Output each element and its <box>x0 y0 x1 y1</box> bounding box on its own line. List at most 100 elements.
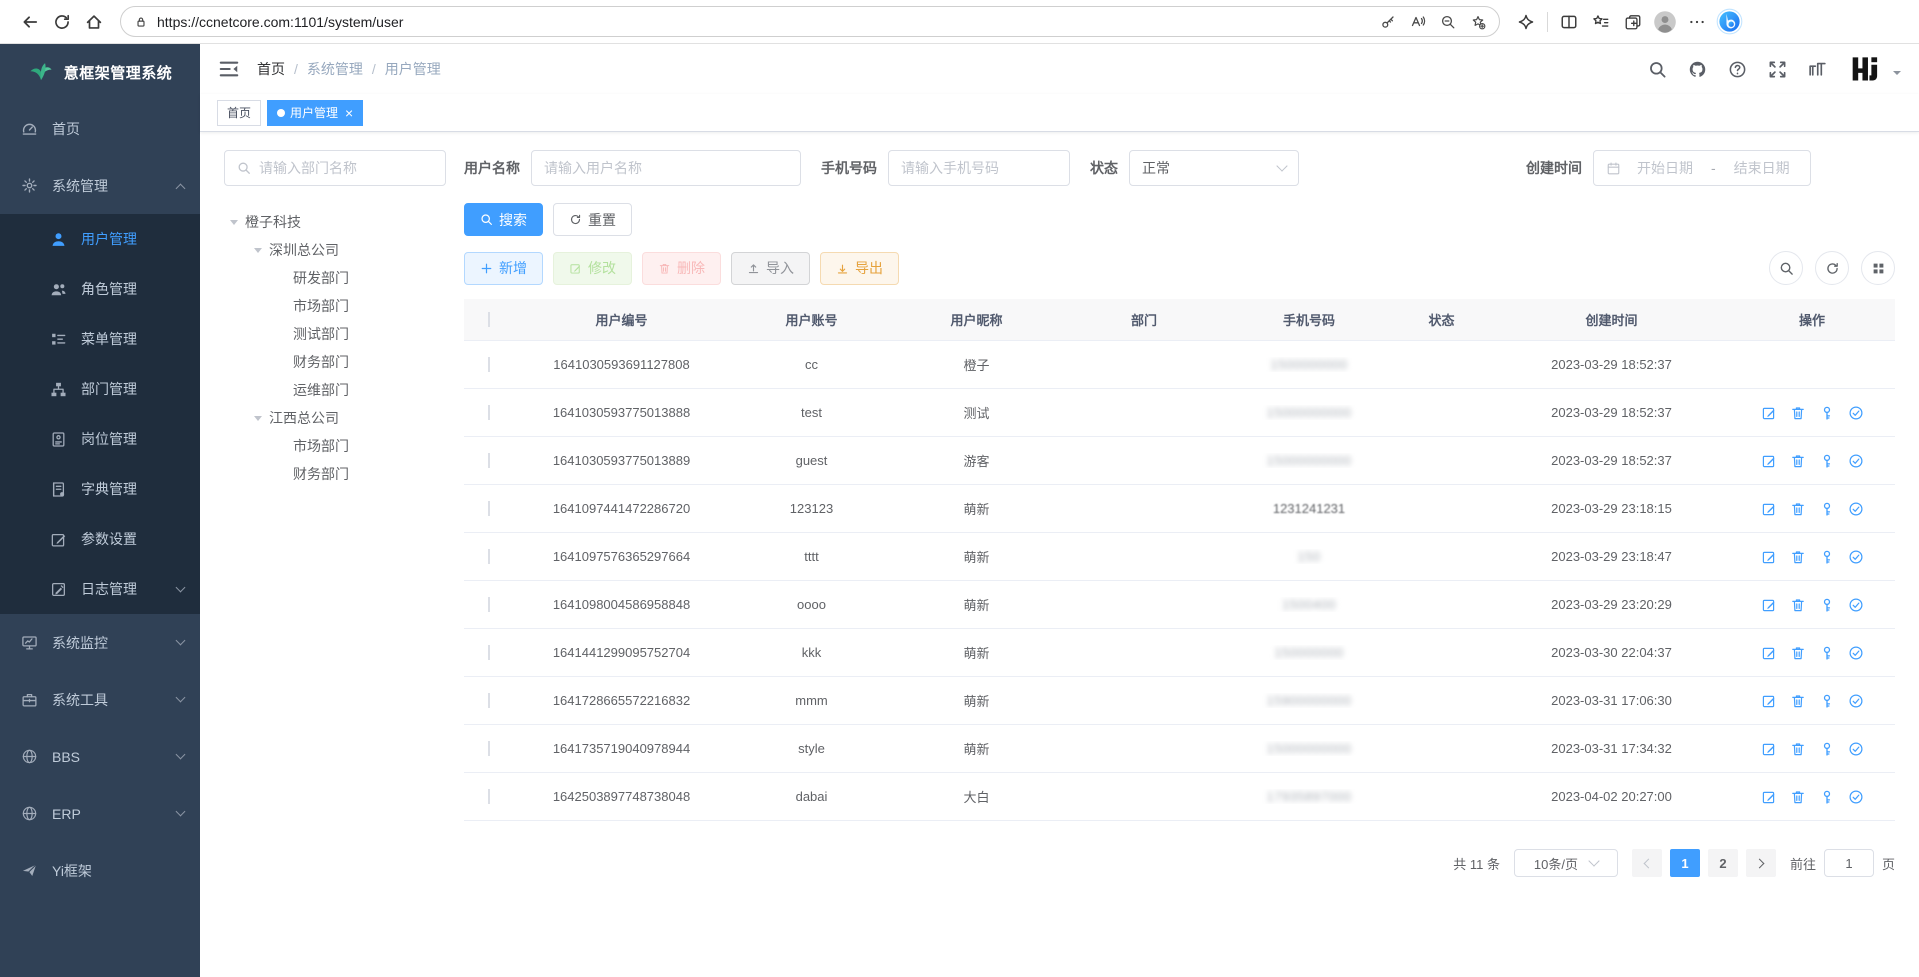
delete-row-icon[interactable] <box>1790 693 1806 709</box>
user-avatar[interactable] <box>1848 52 1884 86</box>
more-menu-icon[interactable] <box>1681 6 1713 38</box>
edit-row-icon[interactable] <box>1761 645 1777 661</box>
import-button[interactable]: 导入 <box>731 252 810 285</box>
fullscreen-icon[interactable] <box>1768 60 1787 79</box>
reset-password-icon[interactable] <box>1819 645 1835 661</box>
tree-node-江西总公司[interactable]: 江西总公司 <box>224 404 446 432</box>
sidebar-item-字典管理[interactable]: 字典管理 <box>0 464 200 514</box>
reset-password-icon[interactable] <box>1819 501 1835 517</box>
font-size-icon[interactable] <box>1808 60 1827 79</box>
assign-role-icon[interactable] <box>1848 741 1864 757</box>
reset-button[interactable]: 重置 <box>553 203 632 236</box>
goto-page-input[interactable] <box>1824 849 1874 877</box>
row-checkbox[interactable] <box>488 645 490 660</box>
phone-field[interactable] <box>901 160 1057 176</box>
reset-password-icon[interactable] <box>1819 741 1835 757</box>
column-settings-button[interactable] <box>1861 251 1895 285</box>
reset-password-icon[interactable] <box>1819 405 1835 421</box>
delete-row-icon[interactable] <box>1790 453 1806 469</box>
sidebar-item-首页[interactable]: 首页 <box>0 100 200 157</box>
assign-role-icon[interactable] <box>1848 597 1864 613</box>
edit-row-icon[interactable] <box>1761 453 1777 469</box>
status-select[interactable]: 正常 <box>1129 150 1299 186</box>
username-field[interactable] <box>544 160 788 176</box>
edit-row-icon[interactable] <box>1761 741 1777 757</box>
search-button[interactable]: 搜索 <box>464 203 543 236</box>
assign-role-icon[interactable] <box>1848 693 1864 709</box>
edit-row-icon[interactable] <box>1761 549 1777 565</box>
date-range-picker[interactable]: 开始日期 - 结束日期 <box>1593 150 1811 186</box>
department-search-input[interactable] <box>224 150 446 186</box>
sidebar-item-菜单管理[interactable]: 菜单管理 <box>0 314 200 364</box>
delete-row-icon[interactable] <box>1790 597 1806 613</box>
tree-node-橙子科技[interactable]: 橙子科技 <box>224 208 446 236</box>
delete-row-icon[interactable] <box>1790 741 1806 757</box>
reset-password-icon[interactable] <box>1819 597 1835 613</box>
delete-button[interactable]: 删除 <box>642 252 721 285</box>
edit-row-icon[interactable] <box>1761 789 1777 805</box>
tab-首页[interactable]: 首页 <box>217 100 261 126</box>
reset-password-icon[interactable] <box>1819 789 1835 805</box>
assign-role-icon[interactable] <box>1848 789 1864 805</box>
address-bar[interactable]: https://ccnetcore.com:1101/system/user <box>120 6 1500 37</box>
tab-用户管理[interactable]: 用户管理× <box>267 100 363 126</box>
close-icon[interactable]: × <box>345 107 353 119</box>
help-icon[interactable] <box>1728 60 1747 79</box>
add-button[interactable]: 新增 <box>464 252 543 285</box>
reset-password-icon[interactable] <box>1819 549 1835 565</box>
delete-row-icon[interactable] <box>1790 645 1806 661</box>
read-aloud-icon[interactable] <box>1403 9 1433 35</box>
sidebar-item-日志管理[interactable]: 日志管理 <box>0 564 200 614</box>
sidebar-item-用户管理[interactable]: 用户管理 <box>0 214 200 264</box>
copilot-bing-icon[interactable] <box>1713 6 1745 38</box>
sidebar-item-Yi框架[interactable]: Yi框架 <box>0 842 200 899</box>
department-search-field[interactable] <box>259 160 433 176</box>
row-checkbox[interactable] <box>488 549 490 564</box>
refresh-table-button[interactable] <box>1815 251 1849 285</box>
browser-essentials-icon[interactable] <box>1510 6 1542 38</box>
delete-row-icon[interactable] <box>1790 789 1806 805</box>
reset-password-icon[interactable] <box>1819 453 1835 469</box>
header-search-icon[interactable] <box>1648 60 1667 79</box>
split-screen-icon[interactable] <box>1553 6 1585 38</box>
password-key-icon[interactable] <box>1373 9 1403 35</box>
next-page-button[interactable] <box>1746 849 1776 877</box>
tree-node-研发部门[interactable]: 研发部门 <box>224 264 446 292</box>
sidebar-item-岗位管理[interactable]: 岗位管理 <box>0 414 200 464</box>
toggle-search-button[interactable] <box>1769 251 1803 285</box>
tree-node-财务部门[interactable]: 财务部门 <box>224 348 446 376</box>
sidebar-item-部门管理[interactable]: 部门管理 <box>0 364 200 414</box>
sidebar-item-参数设置[interactable]: 参数设置 <box>0 514 200 564</box>
breadcrumb-item[interactable]: 首页 <box>257 59 285 79</box>
back-icon[interactable] <box>14 6 46 38</box>
assign-role-icon[interactable] <box>1848 645 1864 661</box>
sidebar-item-系统工具[interactable]: 系统工具 <box>0 671 200 728</box>
favorites-icon[interactable] <box>1585 6 1617 38</box>
page-size-select[interactable]: 10条/页 <box>1514 849 1618 877</box>
export-button[interactable]: 导出 <box>820 252 899 285</box>
page-button-2[interactable]: 2 <box>1708 849 1738 877</box>
row-checkbox[interactable] <box>488 357 490 372</box>
zoom-out-icon[interactable] <box>1433 9 1463 35</box>
edit-row-icon[interactable] <box>1761 597 1777 613</box>
tree-node-运维部门[interactable]: 运维部门 <box>224 376 446 404</box>
edit-row-icon[interactable] <box>1761 501 1777 517</box>
tree-node-市场部门[interactable]: 市场部门 <box>224 432 446 460</box>
select-all-checkbox[interactable] <box>488 312 490 327</box>
row-checkbox[interactable] <box>488 405 490 420</box>
row-checkbox[interactable] <box>488 693 490 708</box>
breadcrumb-item[interactable]: 系统管理 <box>307 59 363 79</box>
app-logo[interactable]: 意框架管理系统 <box>0 44 200 100</box>
reload-icon[interactable] <box>46 6 78 38</box>
row-checkbox[interactable] <box>488 741 490 756</box>
phone-input[interactable] <box>888 150 1070 186</box>
sidebar-item-系统管理[interactable]: 系统管理 <box>0 157 200 214</box>
favorite-star-icon[interactable] <box>1463 9 1493 35</box>
url-text[interactable]: https://ccnetcore.com:1101/system/user <box>157 14 1373 30</box>
username-input[interactable] <box>531 150 801 186</box>
tree-node-深圳总公司[interactable]: 深圳总公司 <box>224 236 446 264</box>
sidebar-item-角色管理[interactable]: 角色管理 <box>0 264 200 314</box>
edit-button[interactable]: 修改 <box>553 252 632 285</box>
row-checkbox[interactable] <box>488 597 490 612</box>
sidebar-item-BBS[interactable]: BBS <box>0 728 200 785</box>
